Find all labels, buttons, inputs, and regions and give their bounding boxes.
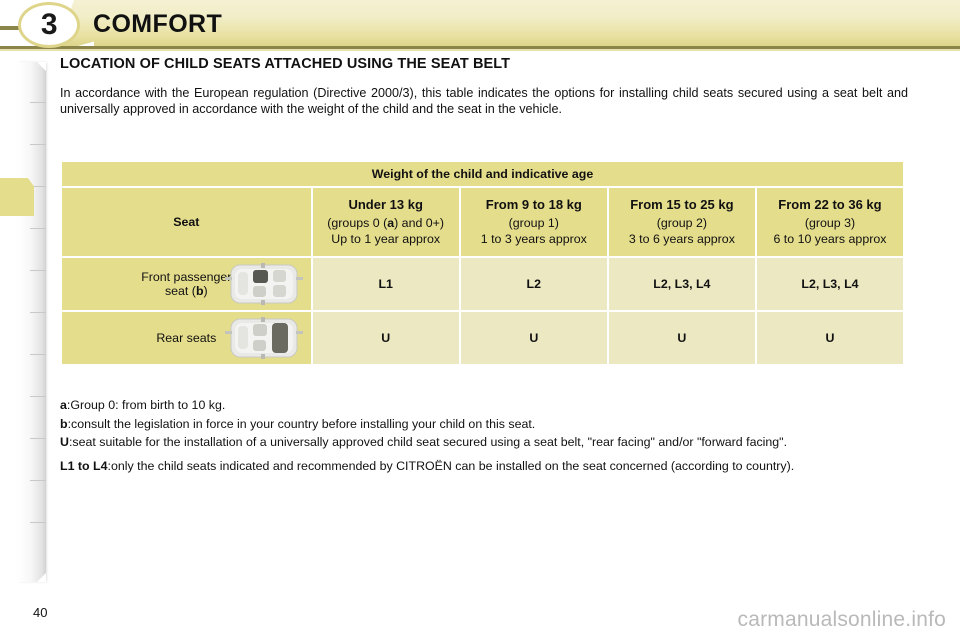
- cell-rear-col-3: U: [756, 312, 903, 364]
- header-col-2-age: 3 to 6 years approx: [628, 232, 735, 246]
- header-col-1: From 9 to 18 kg (group 1) 1 to 3 years a…: [460, 188, 607, 256]
- banner-rule-light: [0, 49, 960, 51]
- note-u-key: U: [60, 435, 69, 449]
- cell-front-col-2: L2, L3, L4: [608, 258, 755, 310]
- header-col-3-weight: From 22 to 36 kg: [778, 197, 882, 212]
- header-col-0-weight: Under 13 kg: [348, 197, 423, 212]
- row-label-line2: seat (b): [164, 284, 208, 298]
- header-col-0-age: Up to 1 year approx: [331, 232, 441, 246]
- note-u-text: seat suitable for the installation of a …: [72, 435, 788, 449]
- row-label-line1: Front passenger: [141, 270, 232, 284]
- car-top-view-front-seat-icon: [224, 263, 303, 305]
- note-b-text: consult the legislation in force in your…: [71, 416, 536, 431]
- header-col-1-age: 1 to 3 years approx: [480, 232, 587, 246]
- chapter-tab-active-3[interactable]: [0, 178, 34, 216]
- section-title: LOCATION OF CHILD SEATS ATTACHED USING T…: [60, 56, 511, 72]
- row-label-rear-seats: Rear seats: [62, 312, 311, 364]
- note-l1-to-l4-text: only the child seats indicated and recom…: [110, 458, 795, 473]
- header-col-2: From 15 to 25 kg (group 2) 3 to 6 years …: [608, 188, 755, 256]
- chapter-tab-strip[interactable]: [18, 62, 46, 582]
- chapter-number: 3: [40, 8, 58, 41]
- header-col-2-group: (group 2): [656, 216, 707, 230]
- cell-rear-col-2: U: [608, 312, 755, 364]
- page-title: COMFORT: [93, 10, 223, 38]
- legend-notes: a: Group 0: from birth to 10 kg. b: cons…: [60, 398, 908, 477]
- cell-front-col-1: L2: [460, 258, 607, 310]
- tab-tick: [30, 438, 46, 439]
- tab-tick: [30, 312, 46, 313]
- header-col-3: From 22 to 36 kg (group 3) 6 to 10 years…: [756, 188, 903, 256]
- table-row: Front passenger seat (b) L1 L2 L2, L3, L…: [62, 258, 903, 310]
- tab-tick: [30, 354, 46, 355]
- cell-front-col-0: L1: [312, 258, 459, 310]
- note-b-key: b: [60, 416, 68, 431]
- table-span-header-row: Weight of the child and indicative age: [62, 162, 903, 186]
- tab-tick: [30, 396, 46, 397]
- tab-tick: [30, 270, 46, 271]
- tab-tick: [30, 480, 46, 481]
- header-col-1-weight: From 9 to 18 kg: [485, 197, 582, 212]
- watermark: carmanualsonline.info: [737, 608, 946, 631]
- note-u: U: seat suitable for the installation of…: [60, 435, 908, 451]
- header-col-0-group: (groups 0 (a) and 0+): [327, 216, 445, 230]
- tab-tick: [30, 522, 46, 523]
- intro-paragraph: In accordance with the European regulati…: [60, 86, 908, 116]
- note-b: b: consult the legislation in force in y…: [60, 417, 908, 433]
- note-a-key: a: [60, 398, 67, 412]
- note-a: a: Group 0: from birth to 10 kg.: [60, 398, 908, 414]
- tab-tick: [30, 144, 46, 145]
- header-col-0: Under 13 kg (groups 0 (a) and 0+) Up to …: [312, 188, 459, 256]
- tab-tick: [30, 228, 46, 229]
- note-l1-to-l4: L1 to L4: only the child seats indicated…: [60, 459, 908, 475]
- row-label-front-passenger-text: Front passenger seat (b): [141, 270, 231, 298]
- header-col-3-age: 6 to 10 years approx: [773, 232, 887, 246]
- row-label-rear-seats-text: Rear seats: [156, 331, 217, 346]
- content-area: LOCATION OF CHILD SEATS ATTACHED USING T…: [60, 56, 908, 117]
- table-row: Rear seats U U U U: [62, 312, 903, 364]
- span-header-weight-age: Weight of the child and indicative age: [62, 162, 903, 186]
- child-seat-table: Weight of the child and indicative age S…: [60, 160, 905, 366]
- note-l1-to-l4-key: L1 to L4: [60, 458, 108, 473]
- table-header-row: Seat Under 13 kg (groups 0 (a) and 0+) U…: [62, 188, 903, 256]
- row-label-front-passenger: Front passenger seat (b): [62, 258, 311, 310]
- cell-front-col-3: L2, L3, L4: [756, 258, 903, 310]
- tab-tick: [30, 102, 46, 103]
- header-seat: Seat: [62, 188, 311, 256]
- page-number: 40: [33, 605, 48, 620]
- header-col-3-group: (group 3): [804, 216, 856, 230]
- header-col-1-group: (group 1): [508, 216, 559, 230]
- car-top-view-rear-seats-icon: [224, 317, 303, 359]
- cell-rear-col-0: U: [312, 312, 459, 364]
- cell-rear-col-1: U: [460, 312, 607, 364]
- header-col-2-weight: From 15 to 25 kg: [630, 197, 734, 212]
- note-a-text: Group 0: from birth to 10 kg.: [70, 398, 226, 412]
- chapter-badge: 3: [18, 2, 80, 48]
